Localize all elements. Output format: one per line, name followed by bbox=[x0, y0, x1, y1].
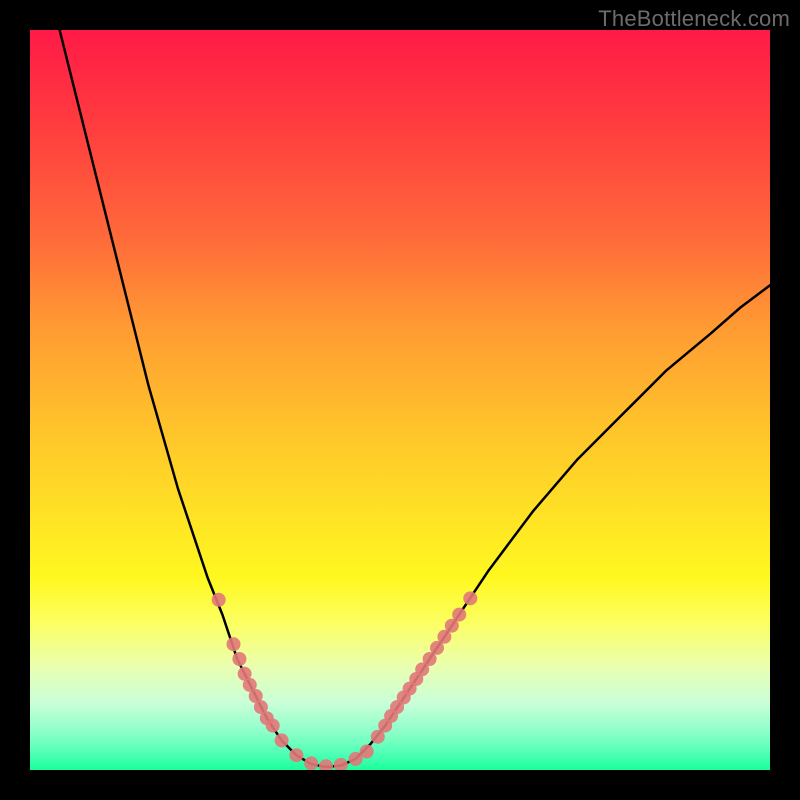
data-dot bbox=[409, 672, 423, 686]
data-dot bbox=[289, 748, 303, 762]
data-dot bbox=[319, 759, 333, 770]
watermark-label: TheBottleneck.com bbox=[598, 6, 790, 32]
data-dot bbox=[249, 689, 263, 703]
data-dot bbox=[227, 637, 241, 651]
data-dot bbox=[445, 619, 459, 633]
data-dot bbox=[243, 678, 257, 692]
data-dot bbox=[238, 667, 252, 681]
data-dot bbox=[266, 719, 280, 733]
data-dot bbox=[360, 745, 374, 759]
curve-group bbox=[60, 30, 770, 767]
dot-group bbox=[212, 591, 478, 770]
chart-frame: TheBottleneck.com bbox=[0, 0, 800, 800]
data-dot bbox=[349, 752, 363, 766]
plot-area bbox=[30, 30, 770, 770]
data-dot bbox=[260, 711, 274, 725]
data-dot bbox=[334, 758, 348, 770]
data-dot bbox=[378, 719, 392, 733]
data-dot bbox=[403, 682, 417, 696]
data-dot bbox=[463, 591, 477, 605]
data-dot bbox=[423, 652, 437, 666]
data-dot bbox=[275, 733, 289, 747]
data-dot bbox=[437, 630, 451, 644]
data-dot bbox=[384, 709, 398, 723]
data-dot bbox=[232, 652, 246, 666]
curve-svg bbox=[30, 30, 770, 770]
data-dot bbox=[390, 700, 404, 714]
data-dot bbox=[430, 641, 444, 655]
curve-path bbox=[60, 30, 770, 767]
data-dot bbox=[254, 700, 268, 714]
data-dot bbox=[371, 730, 385, 744]
data-dot bbox=[304, 756, 318, 770]
data-dot bbox=[415, 662, 429, 676]
data-dot bbox=[397, 690, 411, 704]
data-dot bbox=[452, 608, 466, 622]
data-dot bbox=[212, 593, 226, 607]
